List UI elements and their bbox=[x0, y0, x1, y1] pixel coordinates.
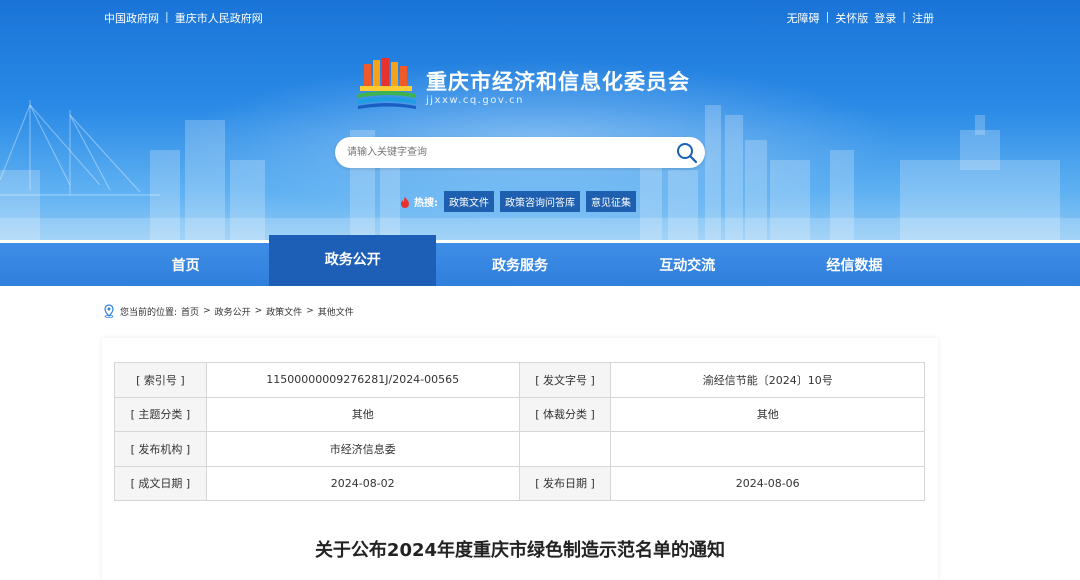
breadcrumb-gov-open[interactable]: 政务公开 bbox=[215, 305, 251, 318]
meta-value: 其他 bbox=[610, 396, 925, 432]
meta-key: [ 索引号 ] bbox=[114, 362, 207, 398]
site-domain: jjxxw.cq.gov.cn bbox=[426, 95, 524, 106]
meta-value: 2024-08-02 bbox=[205, 465, 520, 501]
meta-value: 2024-08-06 bbox=[610, 465, 925, 501]
breadcrumb-policy-files[interactable]: 政策文件 bbox=[266, 305, 302, 318]
breadcrumb-home[interactable]: 首页 bbox=[181, 305, 199, 318]
hot-tag-policy-qa[interactable]: 政策咨询问答库 bbox=[500, 191, 580, 212]
nav-data[interactable]: 经信数据 bbox=[771, 243, 938, 286]
link-cq-gov[interactable]: 重庆市人民政府网 bbox=[175, 10, 263, 26]
meta-value: 其他 bbox=[205, 396, 520, 432]
hot-tag-policy-files[interactable]: 政策文件 bbox=[444, 191, 494, 212]
meta-key-empty bbox=[518, 431, 612, 467]
meta-value-empty bbox=[610, 431, 925, 467]
site-logo[interactable]: 重庆市经济和信息化委员会 jjxxw.cq.gov.cn bbox=[356, 58, 716, 110]
breadcrumb-sep: > bbox=[254, 306, 263, 316]
document-title: 关于公布2024年度重庆市绿色制造示范名单的通知 bbox=[314, 540, 726, 561]
document-card: [ 索引号 ] 11500000009276281J/2024-00565 [ … bbox=[102, 338, 938, 580]
breadcrumb-prefix: 您当前的位置: bbox=[120, 307, 178, 318]
link-gov-cn[interactable]: 中国政府网 bbox=[104, 10, 159, 26]
meta-key: [ 主题分类 ] bbox=[114, 396, 207, 432]
meta-value: 11500000009276281J/2024-00565 bbox=[205, 362, 520, 398]
topbar-left-links: 中国政府网 | 重庆市人民政府网 bbox=[104, 10, 263, 26]
divider: | bbox=[902, 10, 906, 23]
meta-key: [ 发布机构 ] bbox=[114, 431, 207, 467]
nav-interaction[interactable]: 互动交流 bbox=[604, 243, 771, 286]
nav-home[interactable]: 首页 bbox=[102, 243, 269, 286]
hot-tag-opinion[interactable]: 意见征集 bbox=[586, 191, 636, 212]
divider: | bbox=[165, 10, 169, 23]
location-pin-icon bbox=[104, 304, 114, 318]
login-link[interactable]: 登录 bbox=[874, 10, 896, 26]
table-row: [ 主题分类 ] 其他 [ 体裁分类 ] 其他 bbox=[114, 396, 925, 432]
meta-value: 市经济信息委 bbox=[205, 431, 520, 467]
breadcrumb: 您当前的位置: 首页 > 政务公开 > 政策文件 > 其他文件 bbox=[102, 304, 354, 318]
table-row: [ 索引号 ] 11500000009276281J/2024-00565 [ … bbox=[114, 362, 925, 398]
emblem-logo-icon bbox=[358, 58, 416, 109]
city-skyline-illustration bbox=[0, 100, 1080, 240]
breadcrumb-sep: > bbox=[306, 306, 314, 316]
hot-search: 热搜: 政策文件 政策咨询问答库 意见征集 bbox=[399, 191, 636, 212]
header-banner: 中国政府网 | 重庆市人民政府网 无障碍 | 关怀版 登录 | 注册 重庆市经济… bbox=[0, 0, 1080, 240]
table-row: [ 发布机构 ] 市经济信息委 bbox=[114, 431, 925, 467]
hot-search-label: 热搜: bbox=[399, 194, 438, 209]
register-link[interactable]: 注册 bbox=[912, 10, 934, 26]
hot-label-text: 热搜: bbox=[414, 198, 438, 209]
breadcrumb-sep: > bbox=[203, 306, 211, 316]
nav-items: 首页 政务公开 政务服务 互动交流 经信数据 bbox=[102, 235, 938, 286]
nav-gov-services[interactable]: 政务服务 bbox=[436, 243, 603, 286]
document-meta-table: [ 索引号 ] 11500000009276281J/2024-00565 [ … bbox=[114, 362, 925, 501]
meta-key: [ 成文日期 ] bbox=[114, 465, 207, 501]
meta-key: [ 发文字号 ] bbox=[518, 362, 612, 398]
meta-value: 渝经信节能〔2024〕10号 bbox=[610, 362, 925, 398]
divider: | bbox=[825, 10, 830, 23]
site-title: 重庆市经济和信息化委员会 bbox=[426, 70, 690, 94]
search-box bbox=[335, 137, 705, 168]
breadcrumb-other-files[interactable]: 其他文件 bbox=[318, 305, 354, 318]
table-row: [ 成文日期 ] 2024-08-02 [ 发布日期 ] 2024-08-06 bbox=[114, 465, 925, 501]
meta-key: [ 发布日期 ] bbox=[518, 465, 612, 501]
care-mode-link[interactable]: 关怀版 bbox=[835, 10, 868, 26]
search-icon[interactable] bbox=[675, 141, 699, 165]
fire-icon bbox=[401, 196, 409, 208]
search-input[interactable] bbox=[347, 143, 667, 162]
nav-gov-affairs-open[interactable]: 政务公开 bbox=[269, 235, 437, 286]
meta-key: [ 体裁分类 ] bbox=[518, 396, 612, 432]
accessibility-link[interactable]: 无障碍 bbox=[787, 10, 820, 26]
main-nav: 首页 政务公开 政务服务 互动交流 经信数据 bbox=[0, 235, 1080, 286]
topbar-right-links: 无障碍 | 关怀版 登录 | 注册 bbox=[787, 10, 934, 26]
